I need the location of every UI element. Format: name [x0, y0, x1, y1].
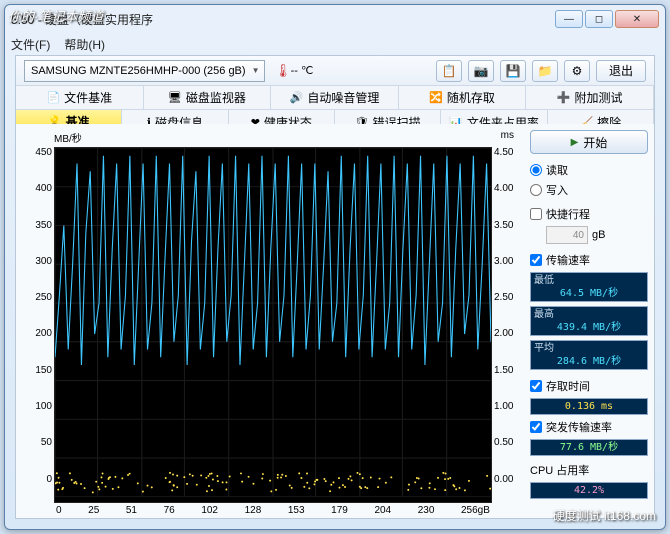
chart-panel: MB/秒 ms 450400350300250200150100500 4.50… — [16, 124, 528, 518]
thermometer-icon — [275, 63, 287, 79]
tab-aam[interactable]: 🔊自动噪音管理 — [271, 86, 399, 109]
chart-canvas — [54, 147, 492, 503]
tab-file-benchmark[interactable]: 📄文件基准 — [16, 86, 144, 109]
temperature-display: -- ℃ — [275, 63, 314, 79]
menu-file[interactable]: 文件(F) — [11, 36, 50, 53]
options-button[interactable]: ⚙ — [564, 60, 590, 82]
toolbar: SAMSUNG MZNTE256HMHP-000 (256 gB) -- ℃ 📋… — [16, 56, 654, 86]
stat-avg: 平均 284.6 MB/秒 — [530, 340, 648, 370]
short-stroke-check[interactable] — [530, 208, 542, 220]
window-controls: — ◻ ✕ — [555, 10, 659, 28]
y-ticks: 450400350300250200150100500 — [26, 147, 52, 485]
device-select-value: SAMSUNG MZNTE256HMHP-000 (256 gB) — [31, 65, 246, 77]
screenshot-button[interactable]: 📷 — [468, 60, 494, 82]
read-radio[interactable] — [530, 164, 542, 176]
x-ticks: 0255176102128153179204230256gB — [54, 505, 492, 519]
y2-axis-label: ms — [501, 130, 514, 145]
copy-info-button[interactable]: 📋 — [436, 60, 462, 82]
device-select[interactable]: SAMSUNG MZNTE256HMHP-000 (256 gB) — [24, 60, 265, 82]
chart-box: 450400350300250200150100500 4.504.003.50… — [54, 147, 492, 503]
tab-random-access[interactable]: 🔀随机存取 — [399, 86, 527, 109]
maximize-button[interactable]: ◻ — [585, 10, 613, 28]
menu-help[interactable]: 帮助(H) — [64, 36, 105, 53]
write-radio[interactable] — [530, 184, 542, 196]
file-icon: 📄 — [46, 91, 60, 104]
stat-min: 最低 64.5 MB/秒 — [530, 272, 648, 302]
close-button[interactable]: ✕ — [615, 10, 659, 28]
side-panel: 开始 读取 写入 快捷行程 40 gB 传输速率 最低 64.5 MB/秒 最高… — [528, 124, 654, 518]
menubar: 文件(F) 帮助(H) — [5, 33, 665, 55]
burst-check[interactable] — [530, 421, 542, 433]
dots-icon: 🔀 — [429, 91, 443, 104]
tab-extra-tests[interactable]: ➕附加测试 — [526, 86, 654, 109]
tab-disk-monitor[interactable]: 🖥磁盘监视器 — [144, 86, 272, 109]
minimize-button[interactable]: — — [555, 10, 583, 28]
save-button[interactable]: 💾 — [500, 60, 526, 82]
y2-ticks: 4.504.003.503.002.502.001.501.000.500.00 — [494, 147, 522, 485]
short-stroke-value[interactable]: 40 — [546, 226, 588, 244]
start-button[interactable]: 开始 — [530, 130, 648, 154]
titlebar: 5.50 - 硬盘（硬盘实用程序 — ◻ ✕ — [5, 5, 665, 33]
exit-button[interactable]: 退出 — [596, 60, 646, 82]
window-title: 5.50 - 硬盘（硬盘实用程序 — [11, 11, 555, 28]
stat-burst: 77.6 MB/秒 — [530, 439, 648, 456]
app-window: 5.50 - 硬盘（硬盘实用程序 — ◻ ✕ 文件(F) 帮助(H) SAMSU… — [4, 4, 666, 530]
stat-max: 最高 439.4 MB/秒 — [530, 306, 648, 336]
folder-button[interactable]: 📁 — [532, 60, 558, 82]
plus-icon: ➕ — [557, 91, 571, 104]
tabs-row-1: 📄文件基准 🖥磁盘监视器 🔊自动噪音管理 🔀随机存取 ➕附加测试 — [16, 86, 654, 110]
speaker-icon: 🔊 — [290, 91, 304, 104]
stat-cpu: 42.2% — [530, 482, 648, 499]
access-time-check[interactable] — [530, 380, 542, 392]
main-area: MB/秒 ms 450400350300250200150100500 4.50… — [16, 124, 654, 518]
temperature-value: -- ℃ — [291, 64, 314, 77]
stat-access: 0.136 ms — [530, 398, 648, 415]
monitor-icon: 🖥 — [168, 91, 182, 104]
transfer-rate-check[interactable] — [530, 254, 542, 266]
y-axis-label: MB/秒 — [54, 130, 82, 145]
content-area: SAMSUNG MZNTE256HMHP-000 (256 gB) -- ℃ 📋… — [15, 55, 655, 519]
cpu-usage-label: CPU 占用率 — [530, 462, 648, 478]
